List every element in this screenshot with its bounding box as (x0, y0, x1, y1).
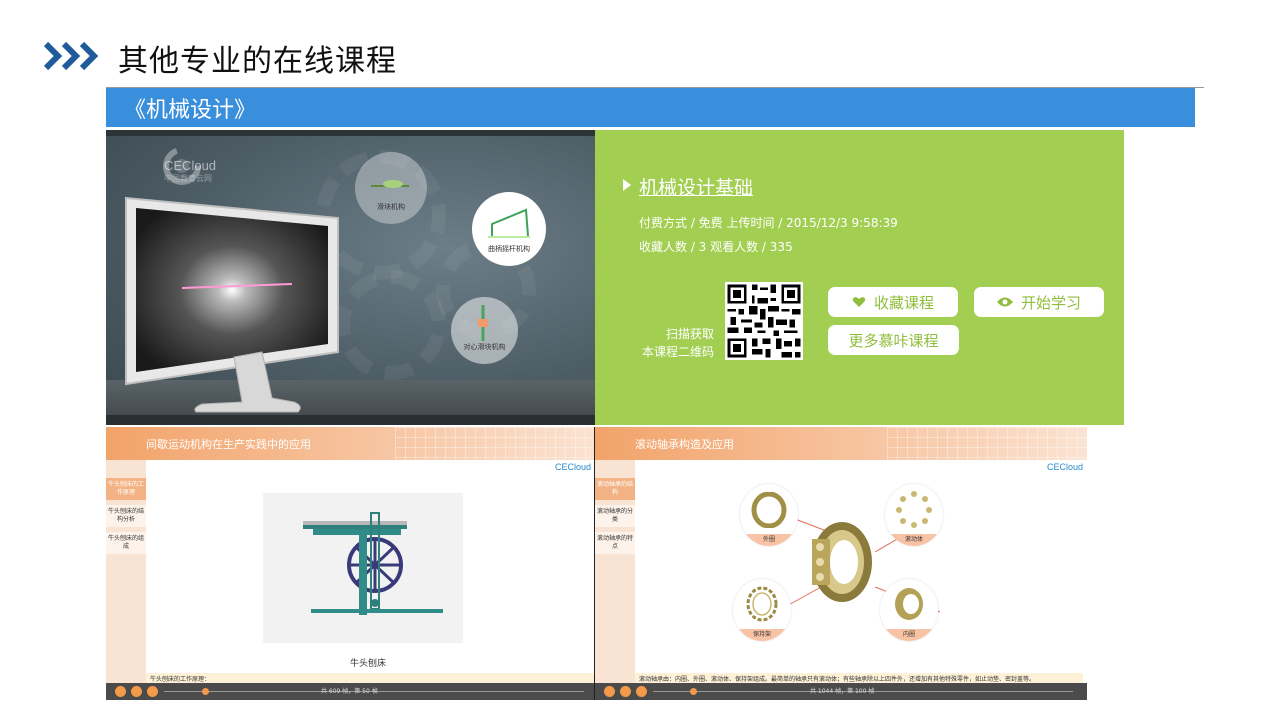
player-logo: CECloud (1046, 462, 1083, 472)
video-bottombar (106, 415, 595, 425)
stop-button[interactable] (620, 686, 631, 697)
player-title: 滚动轴承构造及应用 (635, 438, 734, 451)
brand-name: CECloud (164, 158, 217, 173)
part-label: 外圈 (740, 534, 798, 546)
frame-counter: 共 1044 帧，第 100 帧 (810, 688, 875, 695)
sidebar-item-composition[interactable]: 牛头刨床的组成 (106, 532, 146, 554)
more-mooc-courses-button[interactable]: 更多慕咔课程 (828, 325, 959, 355)
scan-qr-hint: 扫描获取 本课程二维码 (642, 325, 714, 361)
player-sidebar: 牛头刨床的工作原理 牛头刨床的结构分析 牛头刨床的组成 (106, 460, 146, 683)
header-tile-pattern (395, 427, 595, 460)
mechanism-bubble-slider[interactable]: 滑块机构 (355, 152, 427, 224)
sidebar-item-working-principle[interactable]: 牛头刨床的工作原理 (106, 478, 146, 500)
video-topbar (106, 130, 595, 136)
video-player-shaper[interactable]: 间歇运动机构在生产实践中的应用 CECloud 牛头刨床的工作原理 牛头刨床的结… (106, 427, 595, 700)
slide-title: 其他专业的在线课程 (118, 44, 397, 79)
bubble-label: 滑块机构 (377, 203, 405, 211)
course-meta-stats: 收藏人数 / 3 观看人数 / 335 (639, 240, 793, 254)
crank-rocker-icon (488, 208, 530, 238)
bearing-assembly-icon (812, 522, 872, 602)
sidebar-item-bearing-features[interactable]: 滚动轴承的特点 (595, 532, 635, 554)
sidebar-item-bearing-types[interactable]: 滚动轴承的分类 (595, 505, 635, 527)
figure-caption: 牛头刨床 (350, 659, 387, 669)
section-bar: 《机械设计》 (106, 88, 1195, 127)
header-tile-pattern (887, 427, 1087, 460)
course-title-link[interactable]: 机械设计基础 (639, 173, 753, 200)
centered-slider-icon (478, 305, 488, 341)
start-learning-button[interactable]: 开始学习 (974, 287, 1104, 317)
bubble-label: 曲柄摇杆机构 (488, 245, 530, 253)
bubble-label: 对心滑块机构 (463, 343, 506, 351)
part-inner-ring[interactable]: 内圈 (880, 579, 938, 641)
inner-ring-icon (895, 588, 923, 620)
scan-hint-line: 扫描获取 (665, 327, 714, 341)
mechanism-bubble-crank-rocker[interactable]: 曲柄摇杆机构 (472, 192, 546, 266)
mechanism-bubble-centered-slider[interactable]: 对心滑块机构 (451, 297, 518, 364)
part-outer-ring[interactable]: 外圈 (740, 484, 798, 546)
scan-hint-line: 本课程二维码 (641, 345, 714, 359)
stop-button[interactable] (131, 686, 142, 697)
eye-icon (996, 297, 1013, 307)
qr-code-icon (725, 282, 803, 360)
frame-counter: 共 609 帧，第 50 帧 (321, 688, 378, 695)
player-caption: 滚动轴承由：内圈、外圈、滚动体、保持架组成。最简单的轴承只有滚动体；有些轴承除以… (635, 673, 1083, 683)
cage-icon (746, 586, 778, 622)
start-learning-label: 开始学习 (1020, 293, 1081, 312)
seek-knob[interactable] (690, 688, 697, 695)
chevron-right-icon (44, 41, 99, 71)
brand-subtitle: 中国教育云网 (164, 174, 212, 183)
rolling-element-icon (896, 491, 932, 528)
player-logo: CECloud (554, 462, 591, 472)
play-pause-button[interactable] (115, 686, 126, 697)
favorite-course-button[interactable]: 收藏课程 (828, 287, 958, 317)
course-video-thumbnail[interactable]: CECloud 中国教育云网 滑块机构 曲柄摇杆机构 对心滑块机构 (106, 130, 595, 425)
shaper-figure (263, 493, 463, 643)
outer-ring-icon (751, 492, 787, 528)
part-rolling-element[interactable]: 滚动体 (885, 484, 943, 546)
slider-mechanism-icon (371, 180, 409, 188)
play-triangle-icon (623, 179, 631, 191)
player-controls: 共 609 帧，第 50 帧 (106, 683, 595, 700)
sidebar-item-bearing-structure[interactable]: 滚动轴承的结构 (595, 478, 635, 500)
heart-icon (852, 297, 866, 307)
play-pause-button[interactable] (604, 686, 615, 697)
next-button[interactable] (147, 686, 158, 697)
part-label: 滚动体 (885, 534, 943, 546)
part-label: 内圈 (880, 629, 938, 641)
player-sidebar: 滚动轴承的结构 滚动轴承的分类 滚动轴承的特点 (595, 460, 635, 683)
player-caption: 牛头刨床的工作原理： (146, 673, 595, 683)
favorite-course-label: 收藏课程 (873, 293, 934, 312)
player-title: 间歇运动机构在生产实践中的应用 (146, 438, 311, 451)
course-info-panel: 机械设计基础 付费方式 / 免费 上传时间 / 2015/12/3 9:58:3… (595, 130, 1124, 425)
player-controls: 共 1044 帧，第 100 帧 (595, 683, 1087, 700)
seek-knob[interactable] (202, 688, 209, 695)
monitor-illustration-icon (125, 196, 339, 413)
more-mooc-courses-label: 更多慕咔课程 (848, 331, 939, 350)
video-player-bearing[interactable]: 滚动轴承构造及应用 CECloud 滚动轴承的结构 滚动轴承的分类 滚动轴承的特… (595, 427, 1087, 700)
part-label: 保持架 (733, 629, 791, 641)
shaper-machine-icon (303, 512, 443, 615)
course-meta-payment: 付费方式 / 免费 上传时间 / 2015/12/3 9:58:39 (639, 216, 898, 230)
sidebar-item-structure[interactable]: 牛头刨床的结构分析 (106, 505, 146, 527)
next-button[interactable] (636, 686, 647, 697)
part-cage[interactable]: 保持架 (733, 579, 791, 641)
